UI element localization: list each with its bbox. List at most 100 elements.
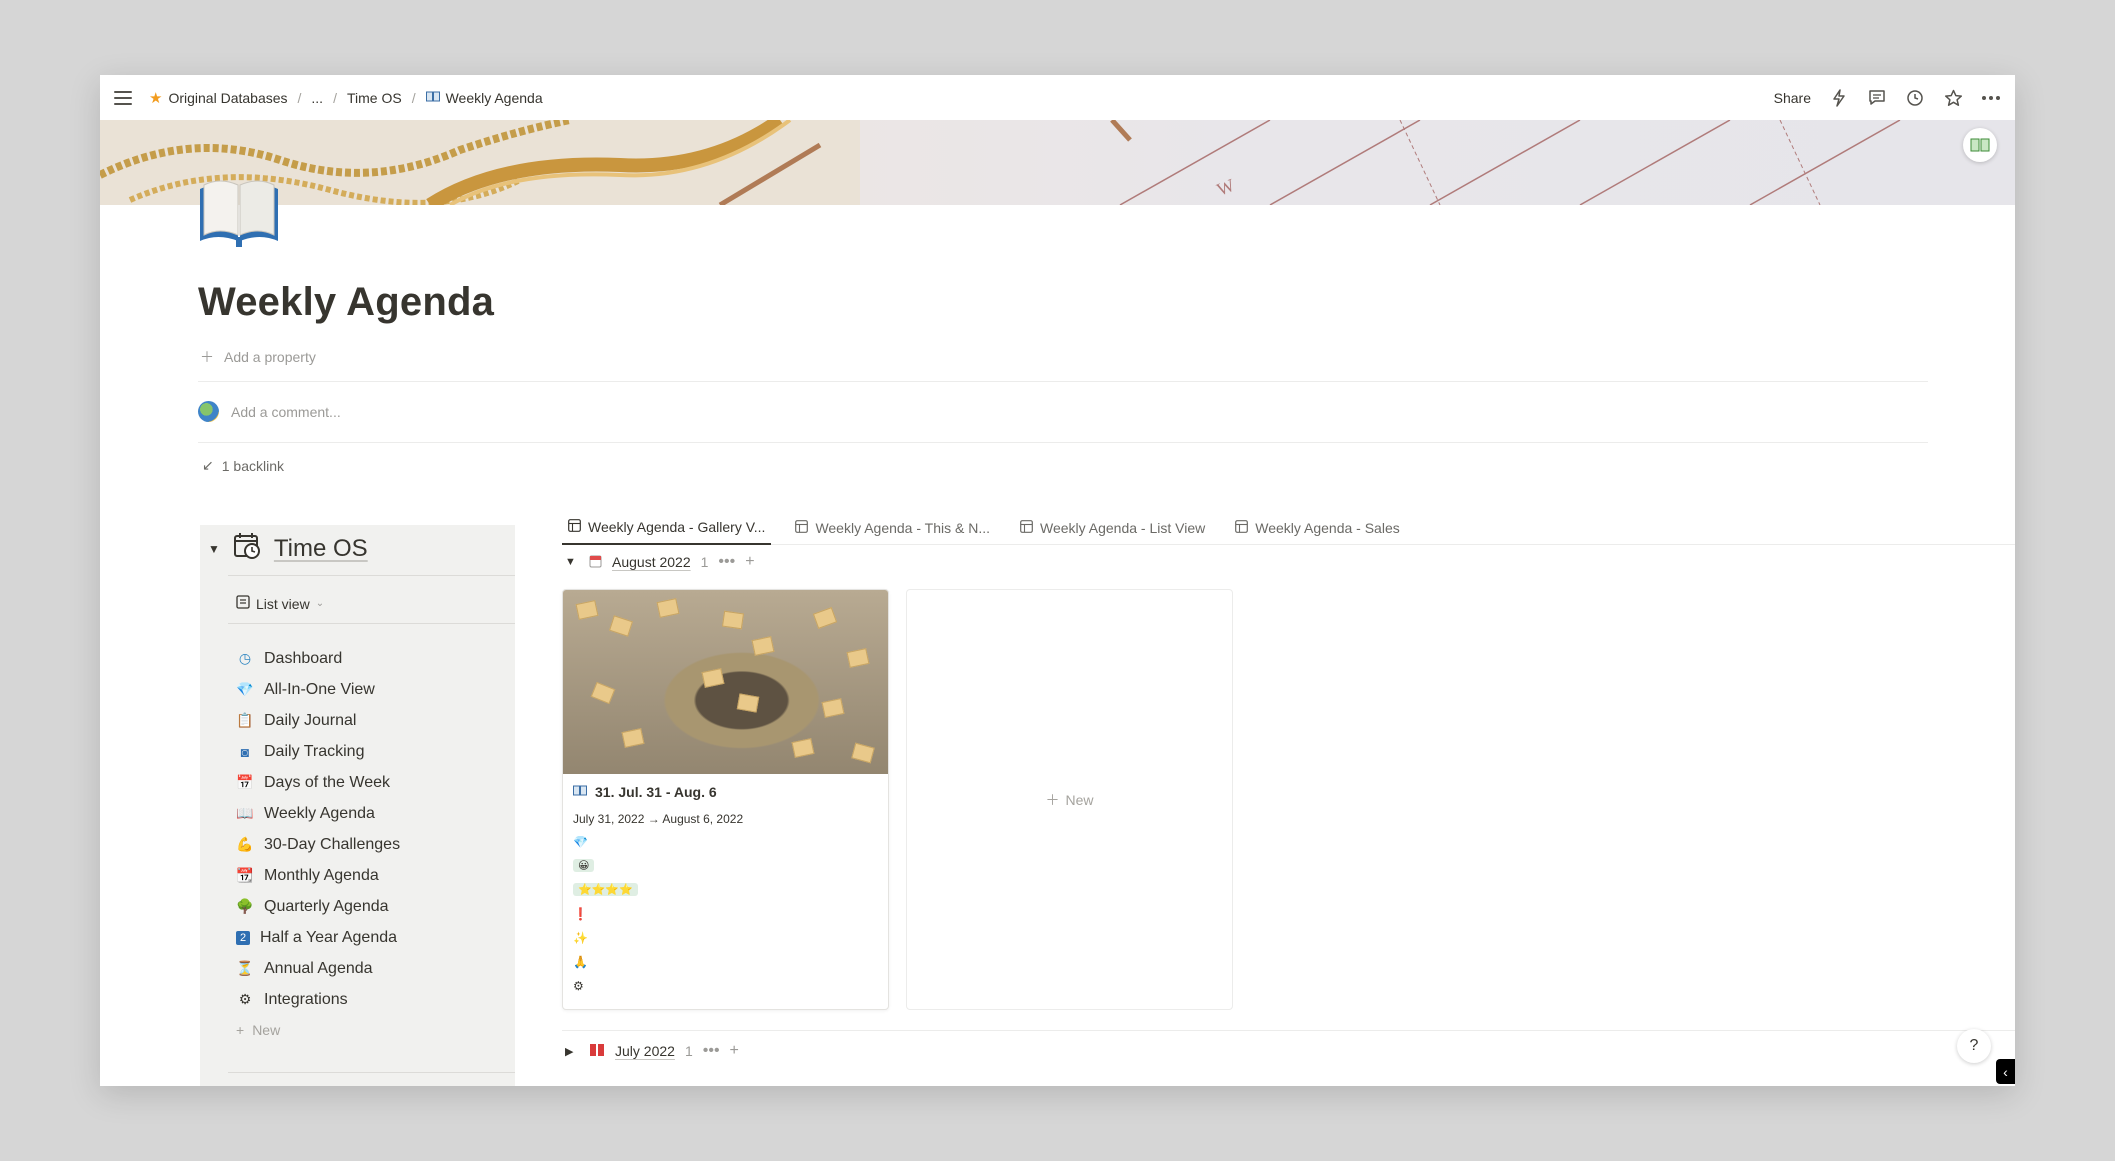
tab-label: Weekly Agenda - This & N... — [815, 520, 990, 536]
more-dots-icon[interactable]: ••• — [703, 1042, 720, 1060]
tab-1[interactable]: Weekly Agenda - This & N... — [789, 512, 996, 545]
lightning-icon[interactable] — [1829, 88, 1849, 108]
svg-text:W: W — [1214, 175, 1237, 200]
card-property: 🙏 — [573, 953, 878, 970]
card-properties: 💎 😀 ⭐⭐⭐⭐ ❗ ✨ 🙏 ⚙ — [573, 833, 878, 994]
open-book-icon[interactable] — [196, 167, 282, 253]
gallery-card[interactable]: 31. Jul. 31 - Aug. 6 July 31, 2022 → Aug… — [562, 589, 889, 1010]
favorite-star-icon[interactable] — [1943, 88, 1963, 108]
nav-item-label: Daily Tracking — [264, 742, 365, 760]
nav-item-daily-journal[interactable]: 📋 Daily Journal — [234, 705, 504, 736]
tear-off-calendar-icon — [589, 554, 602, 571]
nav-item-daily-tracking[interactable]: ◙ Daily Tracking — [234, 736, 504, 767]
plus-icon: ＋ — [200, 349, 214, 365]
tab-label: Weekly Agenda - Sales — [1255, 520, 1400, 536]
nav-new-label: New — [252, 1022, 281, 1038]
page-title[interactable]: Weekly Agenda — [198, 280, 494, 325]
nav-item-label: 30-Day Challenges — [264, 835, 401, 853]
nav-item-quarterly-agenda[interactable]: 🌳 Quarterly Agenda — [234, 891, 504, 922]
nav-item-monthly-agenda[interactable]: 📆 Monthly Agenda — [234, 860, 504, 891]
cover-image[interactable]: W — [100, 120, 2015, 205]
comment-box[interactable]: Add a comment... — [198, 401, 341, 422]
backlink-button[interactable]: ↙ 1 backlink — [202, 457, 284, 474]
group-header-august: ▼ August 2022 1 ••• + — [565, 553, 755, 571]
plus-icon[interactable]: + — [745, 553, 754, 571]
nav-item-30-day-challenges[interactable]: 💪 30-Day Challenges — [234, 829, 504, 860]
nav-item-integrations[interactable]: ⚙ Integrations — [234, 984, 504, 1015]
list-view-icon — [236, 595, 250, 612]
card-property: 💎 — [573, 833, 878, 850]
tab-2[interactable]: Weekly Agenda - List View — [1014, 512, 1211, 545]
backlink-label: 1 backlink — [221, 457, 284, 474]
nav-title[interactable]: Time OS — [274, 535, 368, 563]
comment-placeholder: Add a comment... — [231, 403, 341, 420]
breadcrumb-original-databases[interactable]: ★ Original Databases — [146, 87, 291, 109]
card-cover-image — [563, 590, 888, 774]
add-property-button[interactable]: ＋ Add a property — [200, 347, 316, 367]
chevron-left-icon[interactable]: ‹ — [1996, 1059, 2015, 1084]
group-label[interactable]: August 2022 — [612, 554, 691, 570]
divider — [228, 1072, 515, 1073]
toggle-collapse-icon[interactable]: ▼ — [565, 556, 579, 568]
sparkles-icon: ✨ — [573, 930, 588, 945]
open-book-icon — [573, 784, 587, 800]
nav-item-label: Days of the Week — [264, 773, 390, 791]
breadcrumb-separator: / — [297, 89, 302, 106]
new-card-button[interactable]: ＋ New — [906, 589, 1233, 1010]
nav-item-weekly-agenda[interactable]: 📖 Weekly Agenda — [234, 798, 504, 829]
breadcrumb-time-os[interactable]: Time OS — [344, 88, 405, 108]
gallery-view-icon — [568, 519, 581, 535]
table-view-icon — [795, 520, 809, 536]
menu-icon[interactable] — [114, 90, 132, 105]
app-window: ★ Original Databases / ... / Time OS / W… — [100, 75, 2015, 1086]
breadcrumb-label: Original Databases — [168, 89, 288, 106]
tab-label: Weekly Agenda - List View — [1040, 520, 1206, 536]
open-book-icon: 📖 — [236, 805, 254, 821]
tab-3[interactable]: Weekly Agenda - Sales — [1229, 512, 1406, 545]
dashboard-icon: ◷ — [238, 650, 252, 666]
chevron-down-icon: ⌄ — [315, 598, 325, 609]
card-title: 31. Jul. 31 - Aug. 6 — [573, 784, 878, 800]
view-switcher[interactable]: List view ⌄ — [236, 595, 324, 612]
tear-off-calendar-icon: 📆 — [236, 867, 254, 883]
gem-icon: 💎 — [236, 681, 254, 697]
avatar — [198, 401, 219, 422]
divider — [198, 381, 1928, 382]
time-os-linked-view: ▼ Time OS List view ⌄ ◷ Dashboard 💎 All-In-… — [200, 525, 515, 1086]
table-view-icon — [1235, 520, 1249, 536]
open-book-icon — [425, 90, 440, 106]
tree-icon: 🌳 — [236, 898, 254, 914]
nav-item-all-in-one-view[interactable]: 💎 All-In-One View — [234, 674, 504, 705]
nav-item-days-of-the-week[interactable]: 📅 Days of the Week — [234, 767, 504, 798]
gear-icon: ⚙ — [573, 978, 584, 993]
nav-new-button[interactable]: + New — [234, 1015, 504, 1045]
toggle-collapse-icon[interactable]: ▼ — [208, 542, 220, 556]
breadcrumb-weekly-agenda[interactable]: Weekly Agenda — [423, 88, 546, 108]
help-button[interactable]: ? — [1957, 1029, 1991, 1063]
list-view-icon — [1020, 520, 1033, 536]
breadcrumb-label: ... — [311, 89, 324, 106]
nav-item-label: Integrations — [264, 990, 348, 1008]
plus-icon[interactable]: + — [730, 1042, 739, 1060]
nav-item-annual-agenda[interactable]: ⏳ Annual Agenda — [234, 953, 504, 984]
breadcrumb-ellipsis[interactable]: ... — [308, 88, 326, 108]
divider — [228, 623, 515, 624]
new-card-label: New — [1065, 791, 1094, 808]
card-title-text: 31. Jul. 31 - Aug. 6 — [595, 784, 717, 800]
nav-item-half-a-year-agenda[interactable]: 2 Half a Year Agenda — [234, 922, 504, 953]
share-button[interactable]: Share — [1774, 90, 1811, 106]
group-label[interactable]: July 2022 — [615, 1043, 675, 1059]
number-two-icon: 2 — [236, 930, 250, 945]
reading-mode-button[interactable] — [1963, 128, 1997, 162]
card-property: ⚙ — [573, 977, 878, 994]
toggle-expand-icon[interactable]: ▶ — [565, 1045, 579, 1058]
history-clock-icon[interactable] — [1905, 88, 1925, 108]
nav-item-label: Half a Year Agenda — [260, 928, 398, 946]
smile-icon: 😀 — [573, 859, 595, 872]
nav-item-dashboard[interactable]: ◷ Dashboard — [234, 643, 504, 674]
divider — [198, 442, 1928, 443]
tab-0[interactable]: Weekly Agenda - Gallery V... — [562, 512, 772, 545]
more-dots-icon[interactable] — [1981, 88, 2001, 108]
more-dots-icon[interactable]: ••• — [718, 553, 735, 571]
comment-icon[interactable] — [1867, 88, 1887, 108]
